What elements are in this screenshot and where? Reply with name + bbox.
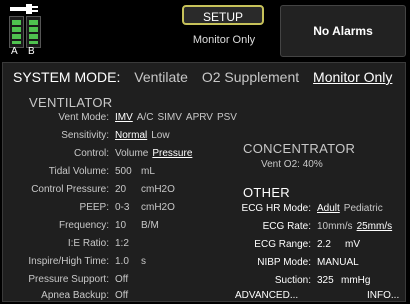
- frequency-label: Frequency:: [58, 220, 109, 231]
- peep-value: 0-3: [115, 202, 130, 213]
- vent-mode-label: Vent Mode:: [58, 112, 109, 123]
- peep-label: PEEP:: [79, 202, 109, 213]
- mode-option-o2-supplement[interactable]: O2 Supplement: [202, 69, 299, 85]
- ecg-hr-mode-label: ECG HR Mode:: [241, 203, 311, 214]
- vent-mode-simv[interactable]: SIMV: [157, 112, 181, 123]
- ecg-hr-adult[interactable]: Adult: [317, 203, 340, 214]
- battery-b-icon: [26, 16, 41, 48]
- control-volume[interactable]: Volume: [115, 148, 148, 159]
- ie-ratio-label: I:E Ratio:: [67, 238, 109, 249]
- sensitivity-low[interactable]: Low: [151, 130, 169, 141]
- vent-mode-imv[interactable]: IMV: [115, 112, 133, 123]
- pressure-support-value: Off: [115, 274, 129, 285]
- ecg-range-value: 2.2: [317, 239, 331, 250]
- apnea-backup-value: Off: [115, 290, 129, 301]
- battery-a-icon: [9, 16, 24, 48]
- ac-plug-icon: [10, 4, 38, 14]
- concentrator-section-title: CONCENTRATOR: [243, 141, 356, 156]
- ecg-range-unit: mV: [345, 239, 360, 250]
- suction-value: 325: [317, 275, 334, 286]
- inspire-time-label: Inspire/High Time:: [28, 256, 109, 267]
- system-mode-title: SYSTEM MODE:: [13, 69, 121, 85]
- control-pressure-value: 20: [115, 184, 127, 195]
- tidal-volume-label: Tidal Volume:: [48, 166, 109, 177]
- frequency-value: 10: [115, 220, 127, 231]
- control-pressure[interactable]: Pressure: [152, 148, 192, 159]
- control-pressure-label: Control Pressure:: [31, 184, 109, 195]
- ecg-rate-10[interactable]: 10mm/s: [317, 221, 353, 232]
- pressure-support-label: Pressure Support:: [28, 274, 109, 285]
- apnea-backup-label: Apnea Backup:: [41, 290, 109, 301]
- ecg-range-label: ECG Range:: [254, 239, 311, 250]
- ecg-hr-pediatric[interactable]: Pediatric: [344, 203, 383, 214]
- control-label: Control:: [73, 148, 109, 159]
- vent-mode-psv[interactable]: PSV: [217, 112, 237, 123]
- suction-unit: mmHg: [341, 275, 371, 286]
- setup-button[interactable]: SETUP: [182, 5, 264, 25]
- vent-o2-value: Vent O2: 40%: [261, 159, 323, 170]
- ecg-rate-25[interactable]: 25mm/s: [357, 221, 393, 232]
- battery-b-label: B: [28, 46, 35, 57]
- mode-option-monitor-only[interactable]: Monitor Only: [313, 69, 392, 85]
- peep-unit: cmH2O: [141, 202, 175, 213]
- tidal-volume-unit: mL: [141, 166, 155, 177]
- battery-status: A B: [4, 4, 44, 57]
- nibp-mode-label: NIBP Mode:: [257, 257, 311, 268]
- current-mode-status: Monitor Only: [192, 34, 256, 46]
- ie-ratio-value: 1:2: [115, 238, 129, 249]
- info-button[interactable]: INFO...: [367, 290, 399, 301]
- vent-mode-ac[interactable]: A/C: [137, 112, 154, 123]
- nibp-mode-value: MANUAL: [317, 257, 359, 268]
- other-section-title: OTHER: [243, 185, 290, 200]
- inspire-time-value: 1.0: [115, 256, 129, 267]
- frequency-unit: B/M: [141, 220, 159, 231]
- setup-panel: SYSTEM MODE: Ventilate O2 Supplement Mon…: [2, 62, 406, 302]
- ecg-rate-label: ECG Rate:: [262, 221, 311, 232]
- mode-option-ventilate[interactable]: Ventilate: [134, 69, 188, 85]
- inspire-time-unit: s: [141, 256, 146, 267]
- alarm-status-button[interactable]: No Alarms: [280, 5, 406, 57]
- battery-a-label: A: [11, 46, 18, 57]
- tidal-volume-value: 500: [115, 166, 132, 177]
- sensitivity-label: Sensitivity:: [61, 130, 109, 141]
- system-mode-row: SYSTEM MODE: Ventilate O2 Supplement Mon…: [13, 69, 402, 85]
- control-pressure-unit: cmH2O: [141, 184, 175, 195]
- suction-label: Suction:: [274, 275, 311, 286]
- ventilator-section-title: VENTILATOR: [29, 95, 113, 110]
- advanced-button[interactable]: ADVANCED...: [235, 290, 298, 301]
- top-status-bar: A B SETUP Monitor Only No Alarms: [0, 0, 410, 60]
- sensitivity-normal[interactable]: Normal: [115, 130, 147, 141]
- vent-mode-aprv[interactable]: APRV: [186, 112, 213, 123]
